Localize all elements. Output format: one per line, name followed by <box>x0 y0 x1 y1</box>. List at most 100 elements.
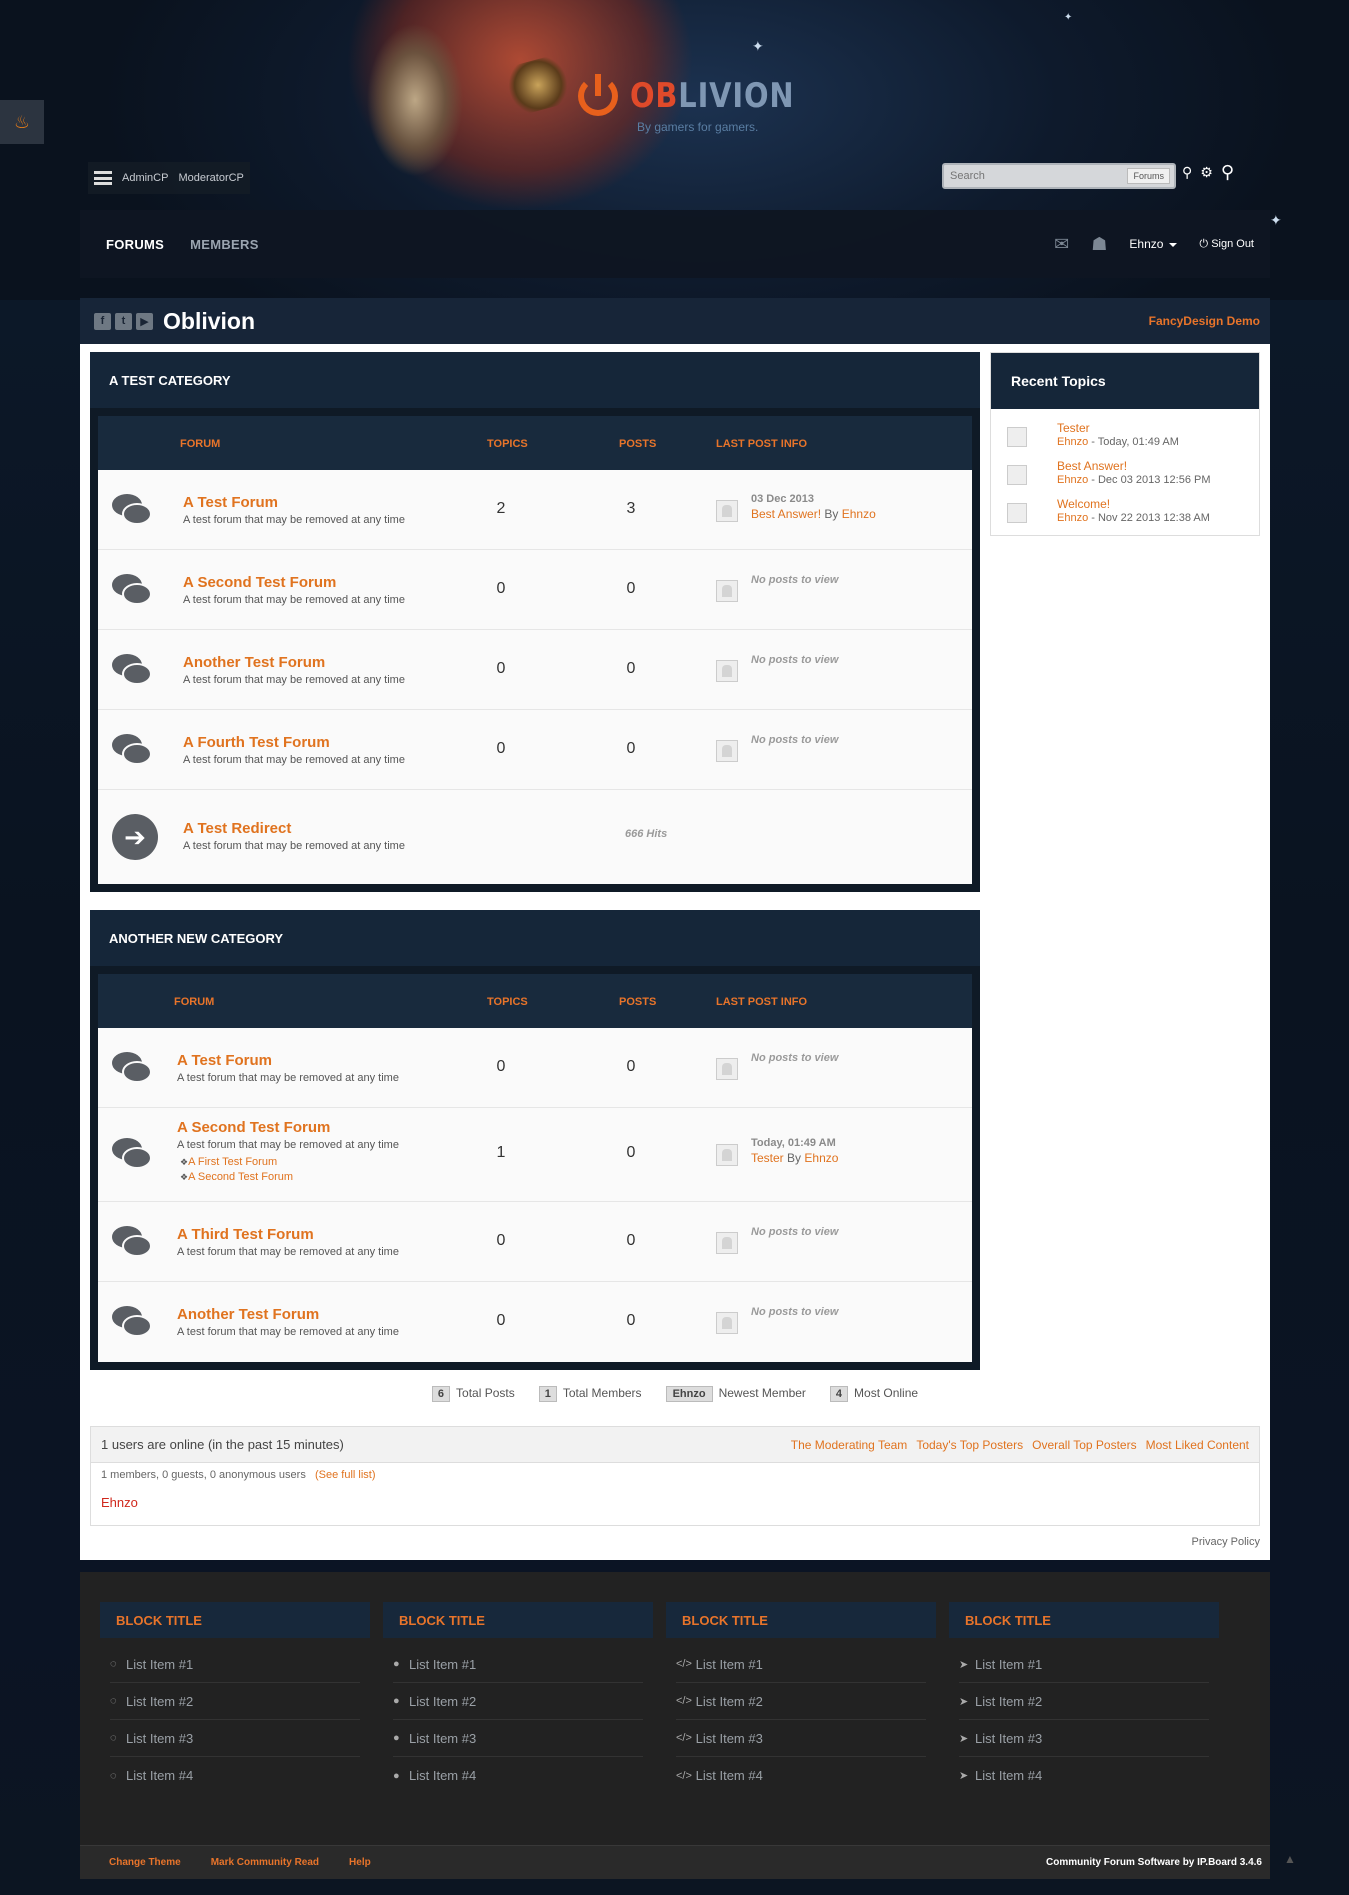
inbox-icon[interactable]: ✉ <box>1054 234 1069 255</box>
online-users: 1 users are online (in the past 15 minut… <box>90 1426 1260 1526</box>
footer-list-item[interactable]: ● List Item #4 <box>393 1757 643 1794</box>
twitter-icon[interactable]: t <box>115 312 132 330</box>
subforum-link[interactable]: A Second Test Forum <box>180 1170 293 1185</box>
youtube-icon[interactable]: ▶ <box>136 312 153 330</box>
col-topics: TOPICS <box>487 996 528 1008</box>
recent-topic-date: - Nov 22 2013 12:38 AM <box>1088 512 1210 524</box>
avatar[interactable] <box>716 1144 738 1166</box>
forum-list: A Test Forum A test forum that may be re… <box>98 1028 972 1362</box>
recent-topic-link[interactable]: Best Answer! <box>1057 459 1127 473</box>
site-logo[interactable]: OBLIVION <box>578 74 823 116</box>
board-stats: 6 Total Posts 1 Total Members Ehnzo Newest … <box>80 1386 1270 1402</box>
overall-top-posters-link[interactable]: Overall Top Posters <box>1032 1438 1137 1452</box>
footer-item-label: List Item #1 <box>126 1656 194 1672</box>
category-title[interactable]: ANOTHER NEW CATEGORY <box>90 910 980 966</box>
forum-link[interactable]: Another Test Forum <box>177 1306 319 1323</box>
footer-list-item[interactable]: ● List Item #2 <box>393 1683 643 1720</box>
forum-read-icon <box>112 574 152 608</box>
search-scope-button[interactable]: Forums <box>1127 168 1170 184</box>
forum-row: A Third Test Forum A test forum that may… <box>98 1202 972 1282</box>
help-link[interactable]: Help <box>349 1857 371 1868</box>
avatar[interactable] <box>1007 427 1027 447</box>
footer-block: BLOCK TITLE </> List Item #1 </> List It… <box>666 1602 936 1794</box>
see-full-list-link[interactable]: (See full list) <box>315 1469 376 1481</box>
moderatorcp-link[interactable]: ModeratorCP <box>178 172 243 184</box>
menu-icon[interactable] <box>94 171 112 185</box>
forum-link[interactable]: A Test Redirect <box>183 820 291 837</box>
sparkle-icon: ✦ <box>752 38 764 54</box>
mark-community-read-link[interactable]: Mark Community Read <box>211 1857 319 1868</box>
footer-list-item[interactable]: </> List Item #1 <box>676 1646 926 1683</box>
posts-count: 0 <box>626 660 636 677</box>
forum-link[interactable]: A Second Test Forum <box>183 574 336 591</box>
facebook-icon[interactable]: f <box>94 312 111 330</box>
footer-block-title: BLOCK TITLE <box>949 1602 1219 1638</box>
most-liked-content-link[interactable]: Most Liked Content <box>1146 1438 1249 1452</box>
todays-top-posters-link[interactable]: Today's Top Posters <box>916 1438 1023 1452</box>
scroll-to-top-icon[interactable]: ▲ <box>1284 1852 1296 1866</box>
comment-icon: ● <box>393 1732 400 1744</box>
sign-out-link[interactable]: ⏻ Sign Out <box>1199 238 1254 251</box>
topics-count: 0 <box>496 740 506 757</box>
footer-list-item[interactable]: </> List Item #4 <box>676 1757 926 1794</box>
forum-link[interactable]: A Third Test Forum <box>177 1226 314 1243</box>
recent-topic-link[interactable]: Tester <box>1057 421 1090 435</box>
theme-side-tab[interactable]: ♨ <box>0 100 44 144</box>
hero-artwork <box>300 0 530 210</box>
posts-count: 3 <box>626 500 636 517</box>
footer-list-item[interactable]: </> List Item #3 <box>676 1720 926 1757</box>
privacy-policy-link[interactable]: Privacy Policy <box>1192 1536 1260 1548</box>
footer-list-item[interactable]: ◌ List Item #1 <box>110 1646 360 1683</box>
search-small-icon[interactable]: ⚲ <box>1182 164 1192 181</box>
forum-link[interactable]: A Second Test Forum <box>177 1119 330 1136</box>
forum-link[interactable]: A Test Forum <box>183 494 278 511</box>
footer-list-item[interactable]: ◌ List Item #2 <box>110 1683 360 1720</box>
avatar[interactable] <box>1007 465 1027 485</box>
social-links: f t ▶ <box>94 312 153 330</box>
footer-list-item[interactable]: ➤ List Item #4 <box>959 1757 1209 1794</box>
recent-topic-user[interactable]: Ehnzo <box>1057 436 1088 448</box>
software-credit[interactable]: Community Forum Software by IP.Board 3.4… <box>1046 1857 1262 1868</box>
last-topic-link[interactable]: Tester <box>751 1151 784 1165</box>
contacts-icon[interactable]: ☗ <box>1091 234 1107 255</box>
subforum-link[interactable]: A First Test Forum <box>180 1155 293 1170</box>
footer-list-item[interactable]: ● List Item #1 <box>393 1646 643 1683</box>
forum-link[interactable]: A Test Forum <box>177 1052 272 1069</box>
last-topic-link[interactable]: Best Answer! <box>751 507 821 521</box>
user-menu[interactable]: Ehnzo <box>1129 237 1178 251</box>
avatar[interactable] <box>1007 503 1027 523</box>
change-theme-link[interactable]: Change Theme <box>109 1857 181 1868</box>
online-user-link[interactable]: Ehnzo <box>91 1493 1259 1512</box>
moderating-team-link[interactable]: The Moderating Team <box>791 1438 908 1452</box>
last-user-link[interactable]: Ehnzo <box>842 507 876 521</box>
footer-list-item[interactable]: ➤ List Item #2 <box>959 1683 1209 1720</box>
tab-members[interactable]: MEMBERS <box>190 237 259 252</box>
last-user-link[interactable]: Ehnzo <box>804 1151 838 1165</box>
search-input[interactable] <box>950 170 1120 182</box>
footer-list-item[interactable]: ◌ List Item #4 <box>110 1757 360 1794</box>
recent-topic-user[interactable]: Ehnzo <box>1057 474 1088 486</box>
tab-forums[interactable]: FORUMS <box>106 237 164 252</box>
sparkle-icon: ✦ <box>1270 212 1282 228</box>
footer-list-item[interactable]: ● List Item #3 <box>393 1720 643 1757</box>
search-large-icon[interactable]: ⚲ <box>1221 162 1234 183</box>
advanced-search-icon[interactable]: ⚙ <box>1200 164 1213 181</box>
footer-list-item[interactable]: ➤ List Item #1 <box>959 1646 1209 1683</box>
forum-description: A test forum that may be removed at any … <box>183 514 405 526</box>
col-forum: FORUM <box>180 438 221 450</box>
forum-link[interactable]: A Fourth Test Forum <box>183 734 330 751</box>
avatar[interactable] <box>716 500 738 522</box>
forum-row: A Test Forum A test forum that may be re… <box>98 470 972 550</box>
forum-link[interactable]: Another Test Forum <box>183 654 325 671</box>
demo-link[interactable]: FancyDesign Demo <box>1149 314 1260 328</box>
recent-topic-link[interactable]: Welcome! <box>1057 497 1110 511</box>
category-title[interactable]: A TEST CATEGORY <box>90 352 980 408</box>
footer-list-item[interactable]: </> List Item #2 <box>676 1683 926 1720</box>
footer-list-item[interactable]: ◌ List Item #3 <box>110 1720 360 1757</box>
forum-description: A test forum that may be removed at any … <box>183 840 405 852</box>
admincp-link[interactable]: AdminCP <box>122 172 168 184</box>
newest-member-link[interactable]: Ehnzo <box>665 1386 713 1402</box>
comment-icon: ● <box>393 1695 400 1707</box>
recent-topic-user[interactable]: Ehnzo <box>1057 512 1088 524</box>
footer-list-item[interactable]: ➤ List Item #3 <box>959 1720 1209 1757</box>
